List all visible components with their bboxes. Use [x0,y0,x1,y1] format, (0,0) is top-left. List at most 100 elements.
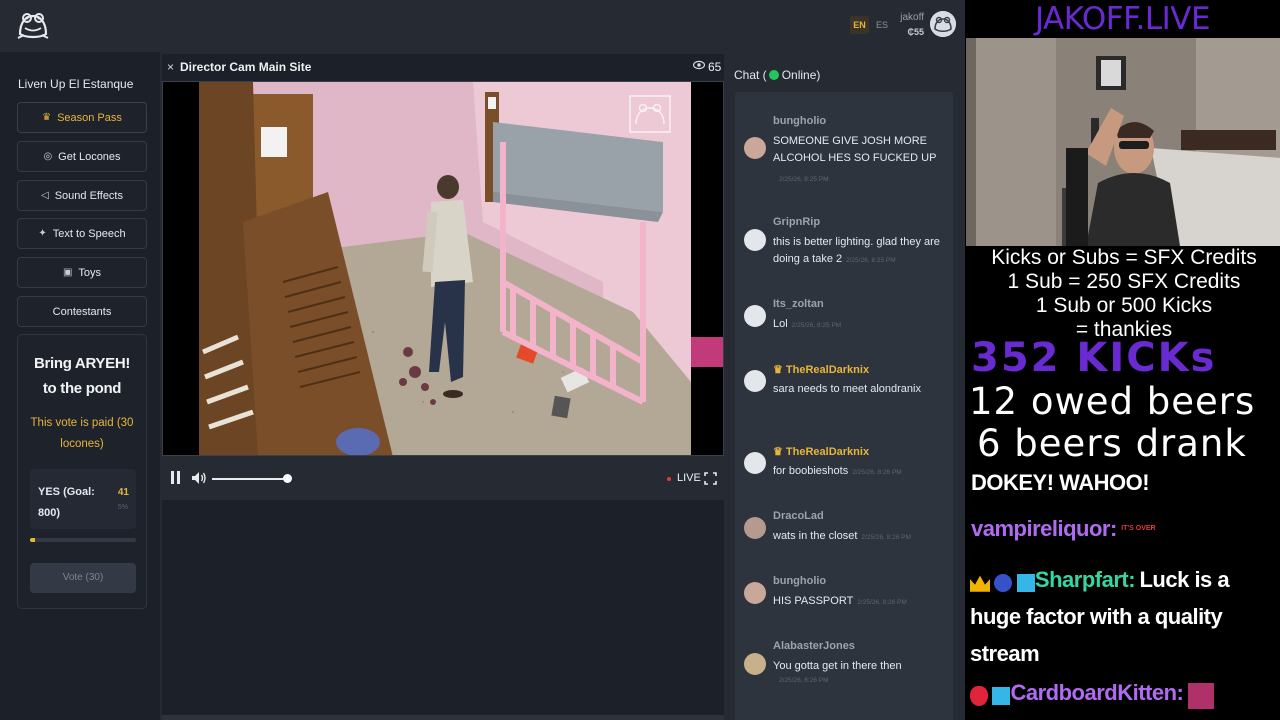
chat-username[interactable]: bungholio [773,115,826,127]
volume-slider-handle[interactable] [283,474,292,483]
crown-badge-icon [970,575,990,592]
gift-icon: ▣ [62,267,73,278]
owed-beers-counter: 12 owed beers [969,380,1256,423]
chat-text: Lol 2/25/26, 8:25 PM [773,316,945,334]
contestants-button[interactable]: Contestants [17,296,147,327]
overlay-shout-text: DOKEY! WAHOO! [971,470,1150,495]
language-es-button[interactable]: ES [874,16,890,34]
chat-text: SOMEONE GIVE JOSH MORE ALCOHOL HES SO FU… [773,135,937,164]
chat-username[interactable]: DracoLad [773,510,824,522]
stream-overlay: JAKOFF.LIVE Kicks or Subs = SFX Credits … [965,0,1280,720]
chat-timestamp: 2/25/26, 8:25 PM [779,176,829,183]
credit-balance: ₵55 [907,27,924,37]
stream-chat-message: vampireliquor: IT'S OVER [971,516,1156,543]
frog-logo-icon[interactable] [16,8,50,42]
avatar[interactable] [744,452,766,474]
close-icon[interactable]: × [167,60,174,74]
chat-header-suffix: Online) [781,68,821,82]
chat-username[interactable]: ♛ TheRealDarknix [773,445,869,458]
chat-text: wats in the closet 2/25/26, 8:26 PM [773,528,945,546]
chat-username[interactable]: bungholio [773,575,826,587]
overlay-rule-line: 1 Sub = 250 SFX Credits [1007,270,1241,293]
avatar[interactable] [744,229,766,251]
online-status-icon [768,70,779,80]
chat-timestamp: 2/25/26, 8:26 PM [857,599,907,606]
vote-option-label: YES (Goal: 800) [38,486,95,519]
chat-text: HIS PASSPORT 2/25/26, 8:26 PM [773,593,945,611]
stream-chat-username: Sharpfart: [1034,567,1136,592]
emote-icon [1187,682,1214,709]
player-controls: LIVE [162,461,724,497]
avatar[interactable] [744,370,766,392]
chat-text: for boobieshots 2/25/26, 8:26 PM [773,463,945,481]
toys-label: Toys [78,266,102,279]
chat-username[interactable]: Its_zoltan [773,298,824,310]
season-pass-button[interactable]: ♛ Season Pass [17,102,147,133]
overlay-rule-line: Kicks or Subs = SFX Credits [991,246,1257,269]
cube-badge-icon [992,686,1011,705]
sparkle-icon: ✦ [38,228,47,239]
sidebar-title: Liven Up El Estanque [18,77,134,91]
horizontal-scrollbar[interactable] [162,715,724,720]
sound-effects-button[interactable]: ◁ Sound Effects [17,180,147,211]
vote-progress-bar [30,538,136,542]
pause-icon[interactable] [170,471,181,484]
text-to-speech-label: Text to Speech [52,227,126,240]
chat-message-list[interactable]: bungholio SOMEONE GIVE JOSH MORE ALCOHOL… [735,92,953,720]
username[interactable]: jakoff [890,12,924,23]
kick-count: 352 KICKs [971,335,1217,381]
chat-text: You gotta get in there then [773,660,902,672]
eye-icon [692,60,706,73]
crown-icon: ♛ [773,364,786,376]
chat-timestamp: 2/25/26, 8:25 PM [791,322,842,329]
video-title: Director Cam Main Site [180,60,312,74]
speaker-icon: ◁ [41,190,49,201]
chat-text-body: HIS PASSPORT [773,595,854,607]
avatar[interactable] [744,305,766,327]
viewer-count: 65 [708,60,722,74]
vote-card: Bring ARYEH! to the pond This vote is pa… [17,334,147,609]
drank-beers-counter: 6 beers drank [977,422,1247,465]
avatar[interactable] [744,582,766,604]
chat-username[interactable]: GripnRip [773,216,820,228]
video-player[interactable] [162,81,724,456]
chat-text-body: wats in the closet [773,530,858,542]
vote-option-yes[interactable]: YES (Goal: 800) 41 5% [30,469,136,529]
vote-button[interactable]: Vote (30) [30,563,136,593]
language-en-button[interactable]: EN [850,16,869,34]
chat-timestamp: 2/25/26, 8:26 PM [861,534,911,541]
stream-chat-username: vampireliquor: [971,516,1117,541]
vote-option-percent: 5% [117,504,128,511]
user-avatar[interactable] [930,11,956,37]
stream-chat-message: CardboardKitten: [970,680,1214,709]
web-app: EN ES jakoff ₵55 Liven Up El Estanque ♛ … [0,0,965,720]
avatar[interactable] [744,653,766,675]
webcam-feed [966,38,1280,246]
chat-username-text: TheRealDarknix [785,446,870,458]
its-over-emote-icon: IT'S OVER [1121,524,1156,532]
avatar[interactable] [744,137,766,159]
chat-username[interactable]: AlabasterJones [773,640,855,652]
contestants-label: Contestants [52,305,112,318]
crown-icon: ♛ [773,446,786,458]
live-label: LIVE [677,472,701,484]
chat-timestamp: 2/25/26, 8:26 PM [779,677,829,684]
text-to-speech-button[interactable]: ✦ Text to Speech [17,218,147,249]
get-locones-label: Get Locones [58,150,121,163]
avatar[interactable] [744,517,766,539]
vote-note: This vote is paid (30 locones) [30,417,134,450]
toys-button[interactable]: ▣ Toys [17,257,147,288]
strawberry-badge-icon [970,685,988,706]
get-locones-button[interactable]: ◎ Get Locones [17,141,147,172]
sound-effects-label: Sound Effects [54,189,123,202]
top-bar: EN ES jakoff ₵55 [0,0,965,52]
stream-chat-message: Sharpfart: Luck is a huge factor with a … [970,563,1275,674]
chat-header: Chat ( Online) [734,68,820,82]
chat-username[interactable]: ♛ TheRealDarknix [773,363,869,376]
chat-timestamp: 2/25/26, 8:25 PM [846,257,896,264]
fullscreen-icon[interactable] [704,472,717,485]
overlay-rule-line: 1 Sub or 500 Kicks [1035,294,1213,317]
volume-slider[interactable] [212,478,288,480]
vote-progress-fill [30,538,36,542]
volume-icon[interactable] [191,470,207,486]
